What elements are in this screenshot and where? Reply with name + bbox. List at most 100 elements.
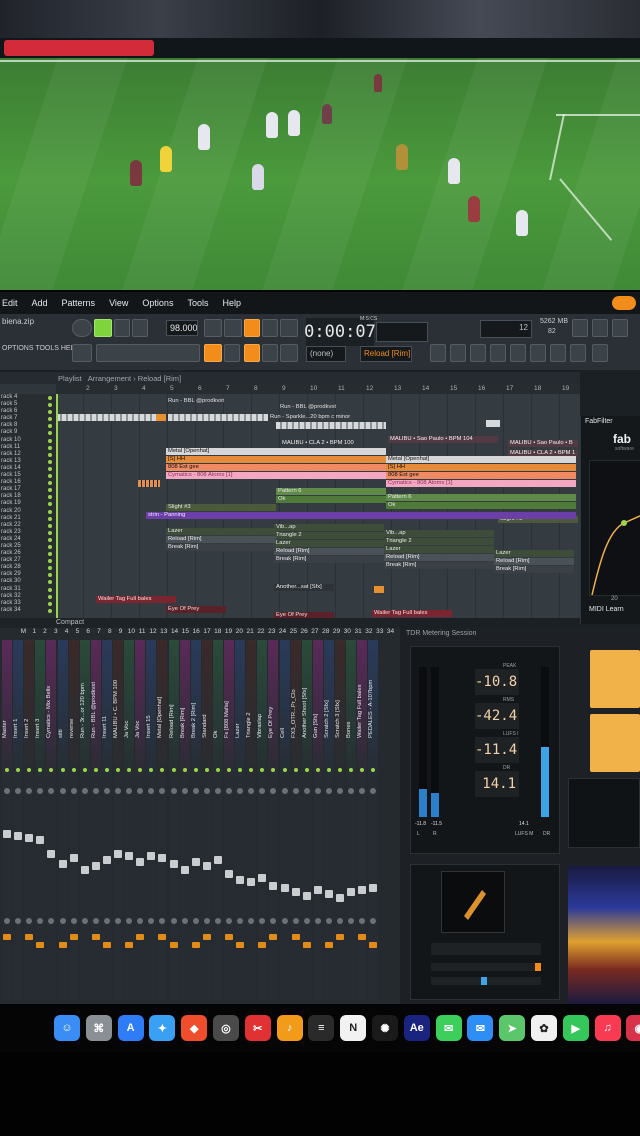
- mixer-send-led[interactable]: [215, 768, 220, 772]
- clip[interactable]: Break [Rim]: [384, 562, 494, 569]
- mixer-send-led[interactable]: [271, 768, 276, 772]
- track-header[interactable]: rack 26: [0, 550, 56, 557]
- browser-icon[interactable]: [510, 344, 526, 362]
- volume-fader[interactable]: [369, 884, 378, 892]
- pan-knob[interactable]: [181, 788, 188, 794]
- pan-knob[interactable]: [170, 788, 177, 794]
- track-mute-led[interactable]: [48, 573, 52, 578]
- volume-fader[interactable]: [58, 860, 67, 868]
- messages-icon[interactable]: ✉: [435, 1015, 462, 1041]
- clip[interactable]: MALIBU • CLA 2 • BPM 100: [280, 440, 386, 447]
- pan-knob[interactable]: [370, 788, 377, 794]
- volume-fader[interactable]: [269, 882, 278, 890]
- fx-slot-button[interactable]: [269, 934, 278, 940]
- stereo-knob[interactable]: [314, 918, 321, 924]
- pan-knob[interactable]: [148, 788, 155, 794]
- stereo-knob[interactable]: [337, 918, 343, 924]
- stereo-knob[interactable]: [226, 918, 232, 924]
- mixer-send-led[interactable]: [16, 768, 21, 772]
- menu-tools[interactable]: Tools: [187, 298, 208, 308]
- mixer-channel-strip[interactable]: Another Shoot [Sfx]: [301, 640, 312, 1000]
- mixer-send-led[interactable]: [326, 768, 331, 772]
- mixer-channel-strip[interactable]: Insert 3: [35, 640, 46, 1000]
- stereo-knob[interactable]: [59, 918, 66, 924]
- clip[interactable]: Wailer Tag Full bales: [96, 596, 176, 603]
- volume-fader[interactable]: [102, 856, 111, 864]
- track-header[interactable]: rack 24: [0, 536, 56, 543]
- fx-slot-button[interactable]: [236, 942, 245, 948]
- track-header[interactable]: rack 30: [0, 578, 56, 585]
- mixer-channel-strip[interactable]: Lazer: [235, 640, 246, 1000]
- clip[interactable]: Ok: [276, 496, 386, 503]
- track-mute-led[interactable]: [48, 474, 52, 479]
- brave-icon[interactable]: ◆: [181, 1015, 208, 1041]
- track-mute-led[interactable]: [48, 608, 52, 613]
- volume-fader[interactable]: [247, 878, 256, 886]
- volume-fader[interactable]: [169, 860, 178, 868]
- clip[interactable]: Pattern 6: [276, 488, 386, 495]
- track-header[interactable]: rack 5: [0, 401, 56, 408]
- mixer-send-led[interactable]: [49, 768, 54, 772]
- volume-fader[interactable]: [347, 888, 356, 896]
- pan-knob[interactable]: [292, 788, 299, 794]
- music-icon[interactable]: ♫: [594, 1015, 621, 1041]
- mixer-send-led[interactable]: [349, 768, 354, 772]
- track-header[interactable]: rack 8: [0, 422, 56, 429]
- clip[interactable]: Vib...ap: [274, 524, 384, 531]
- pan-knob[interactable]: [4, 788, 10, 794]
- track-header[interactable]: rack 28: [0, 564, 56, 571]
- stereo-knob[interactable]: [214, 918, 221, 924]
- stereo-knob[interactable]: [192, 918, 199, 924]
- slice-tool-button[interactable]: [244, 344, 260, 362]
- stereo-knob[interactable]: [81, 918, 88, 924]
- volume-fader[interactable]: [69, 854, 78, 862]
- project-icon[interactable]: [592, 344, 608, 362]
- mixer-channel-strip[interactable]: Scratch 2 [Sfx]: [323, 640, 334, 1000]
- photo-booth-icon[interactable]: ◉: [626, 1015, 640, 1041]
- mixer-channel-strip[interactable]: Insert 15: [146, 640, 157, 1000]
- pan-knob[interactable]: [48, 788, 55, 794]
- track-header[interactable]: rack 32: [0, 593, 56, 600]
- playhead[interactable]: [56, 394, 58, 618]
- countdown-button[interactable]: [244, 319, 260, 337]
- clip[interactable]: Triangle 2: [384, 538, 494, 545]
- app-store-icon[interactable]: A: [117, 1015, 144, 1041]
- pan-knob[interactable]: [259, 788, 266, 794]
- mixer-channel-strip[interactable]: Insert 1: [13, 640, 24, 1000]
- clip[interactable]: Lazer: [494, 550, 574, 557]
- mixer-send-led[interactable]: [249, 768, 254, 772]
- timeline-ruler[interactable]: 2 3 4 5 6 7 8 9 10 11 12 13 14 15 16 17 18 19: [56, 384, 580, 394]
- stereo-knob[interactable]: [325, 918, 332, 924]
- clip[interactable]: Break [Rim]: [274, 556, 384, 563]
- pan-knob[interactable]: [15, 788, 22, 794]
- mixer-send-led[interactable]: [104, 768, 109, 772]
- mixer-send-led[interactable]: [138, 768, 143, 772]
- track-mute-led[interactable]: [48, 488, 52, 493]
- snap-select[interactable]: (none): [306, 346, 346, 362]
- track-mute-led[interactable]: [48, 424, 52, 429]
- clip[interactable]: Triangle 2: [274, 532, 384, 539]
- mixer-icon[interactable]: ≡: [308, 1015, 335, 1041]
- pan-knob[interactable]: [248, 788, 255, 794]
- volume-fader[interactable]: [236, 876, 245, 884]
- ae-icon[interactable]: Ae: [403, 1015, 430, 1041]
- track-mute-led[interactable]: [48, 417, 52, 422]
- mixer-send-led[interactable]: [204, 768, 209, 772]
- pan-knob[interactable]: [203, 788, 210, 794]
- track-header[interactable]: rack 9: [0, 429, 56, 436]
- stereo-knob[interactable]: [70, 918, 77, 924]
- mixer-channel-strip[interactable]: Bones: [346, 640, 357, 1000]
- step-edit-button[interactable]: [262, 319, 278, 337]
- pan-knob[interactable]: [159, 788, 166, 794]
- mixer-channel-strip[interactable]: Scratch 3 [Sfx]: [335, 640, 345, 1000]
- playlist-breadcrumb[interactable]: Arrangement › Reload [Rim]: [88, 374, 181, 383]
- mixer-channel-strip[interactable]: FX3_OTR...Pr_Clo: [290, 640, 301, 1000]
- mixer-send-led[interactable]: [360, 768, 365, 772]
- clip[interactable]: Another...sat [Sfx]: [274, 584, 334, 591]
- volume-fader[interactable]: [280, 884, 289, 892]
- close-icon[interactable]: [572, 319, 588, 337]
- clip[interactable]: [486, 420, 500, 427]
- maps-icon[interactable]: ➤: [499, 1015, 526, 1041]
- touch-keyboard-icon[interactable]: [550, 344, 566, 362]
- mixer-send-led[interactable]: [27, 768, 32, 772]
